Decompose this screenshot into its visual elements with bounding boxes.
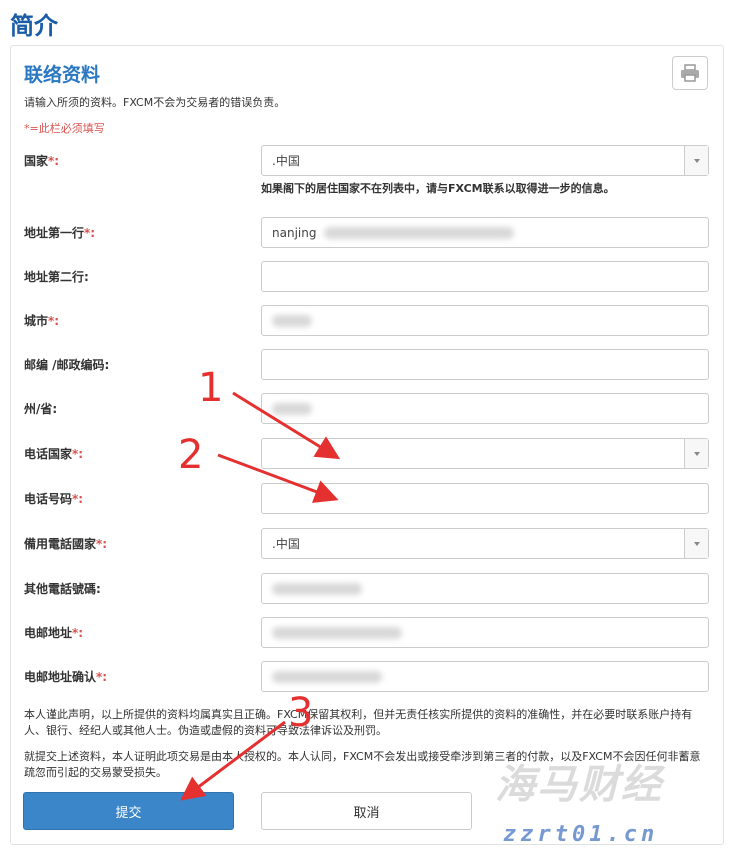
annotation-2: 2 [178, 432, 204, 478]
arrow-1 [232, 391, 341, 460]
annotation-1: 1 [198, 365, 224, 411]
watermark-logo: 海马财经 [495, 762, 663, 808]
annotation-arrows [180, 391, 341, 801]
watermark-url: zzrt01.cn [503, 822, 659, 847]
arrow-3 [180, 720, 286, 801]
arrow-2 [217, 453, 339, 503]
annotation-3: 3 [288, 690, 314, 736]
